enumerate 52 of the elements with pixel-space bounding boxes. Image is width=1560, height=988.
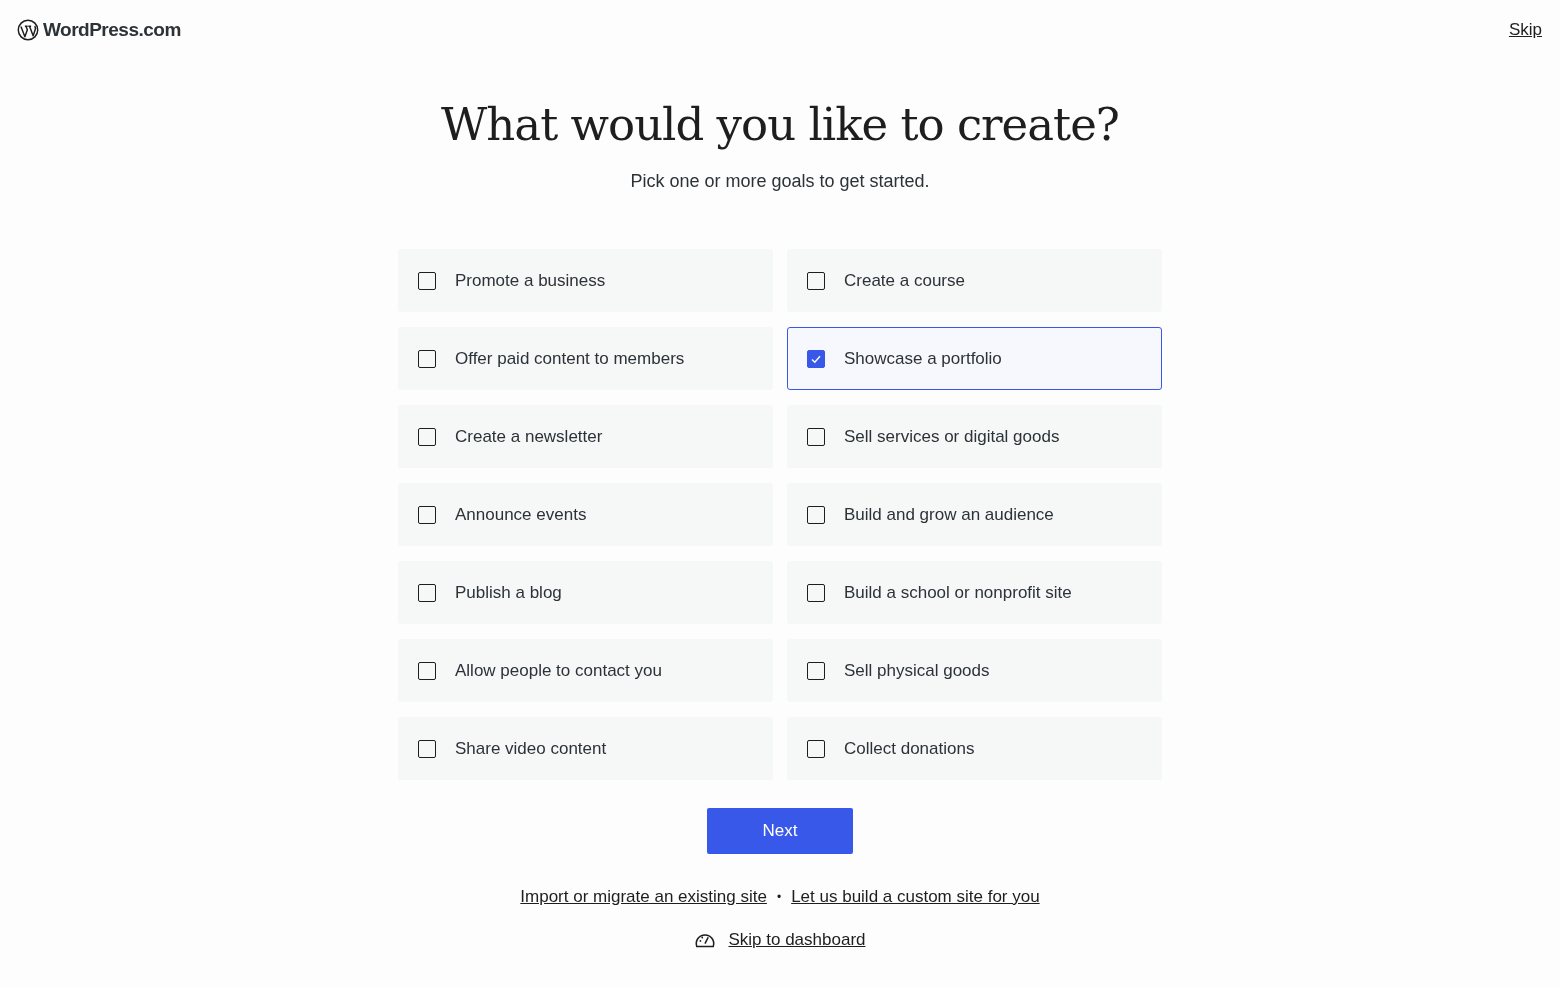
goal-label: Allow people to contact you <box>455 660 662 681</box>
goal-label: Sell physical goods <box>844 660 990 681</box>
goal-option[interactable]: Build a school or nonprofit site <box>787 561 1162 624</box>
checkbox[interactable] <box>418 661 436 680</box>
checkbox[interactable] <box>418 583 436 602</box>
goal-label: Create a newsletter <box>455 426 603 447</box>
goal-option[interactable]: Publish a blog <box>398 561 773 624</box>
checkbox[interactable] <box>807 583 825 602</box>
goal-label: Share video content <box>455 738 607 759</box>
goal-option[interactable]: Build and grow an audience <box>787 483 1162 546</box>
checkbox[interactable] <box>807 505 825 524</box>
checkbox[interactable] <box>418 427 436 446</box>
checkbox[interactable] <box>418 505 436 524</box>
checkbox[interactable] <box>807 739 825 758</box>
goal-label: Announce events <box>455 504 587 525</box>
checkbox[interactable] <box>807 427 825 446</box>
goal-option[interactable]: Share video content <box>398 717 773 780</box>
goal-option[interactable]: Sell physical goods <box>787 639 1162 702</box>
goal-option[interactable]: Announce events <box>398 483 773 546</box>
goal-option[interactable]: Create a newsletter <box>398 405 773 468</box>
goal-option[interactable]: Collect donations <box>787 717 1162 780</box>
goal-option[interactable]: Promote a business <box>398 249 773 312</box>
separator-dot: • <box>776 890 782 904</box>
goal-option[interactable]: Sell services or digital goods <box>787 405 1162 468</box>
checkbox[interactable] <box>418 271 436 290</box>
goal-option[interactable]: Allow people to contact you <box>398 639 773 702</box>
page-subtitle: Pick one or more goals to get started. <box>630 171 930 192</box>
checkbox[interactable] <box>807 271 825 290</box>
goal-label: Create a course <box>844 270 965 291</box>
goal-option[interactable]: Create a course <box>787 249 1162 312</box>
skip-link[interactable]: Skip <box>1508 20 1542 40</box>
skip-to-dashboard-link[interactable]: Skip to dashboard <box>728 930 866 950</box>
goal-label: Build a school or nonprofit site <box>844 582 1072 603</box>
custom-site-link[interactable]: Let us build a custom site for you <box>791 887 1040 907</box>
goal-option[interactable]: Offer paid content to members <box>398 327 773 390</box>
checkbox[interactable] <box>807 661 825 680</box>
logo-text: WordPress.com <box>43 19 181 41</box>
checkbox[interactable] <box>807 349 825 368</box>
wordpress-logo-icon <box>17 19 39 41</box>
goal-label: Showcase a portfolio <box>844 348 1002 369</box>
goal-label: Build and grow an audience <box>844 504 1054 525</box>
goal-label: Collect donations <box>844 738 975 759</box>
import-site-link[interactable]: Import or migrate an existing site <box>520 887 767 907</box>
goal-label: Publish a blog <box>455 582 562 603</box>
goal-label: Offer paid content to members <box>455 348 685 369</box>
next-button[interactable]: Next <box>707 808 853 854</box>
goal-label: Promote a business <box>455 270 606 291</box>
page-title: What would you like to create? <box>441 97 1119 153</box>
goal-label: Sell services or digital goods <box>844 426 1060 447</box>
checkbox[interactable] <box>418 349 436 368</box>
checkbox[interactable] <box>418 739 436 758</box>
goal-option[interactable]: Showcase a portfolio <box>787 327 1162 390</box>
